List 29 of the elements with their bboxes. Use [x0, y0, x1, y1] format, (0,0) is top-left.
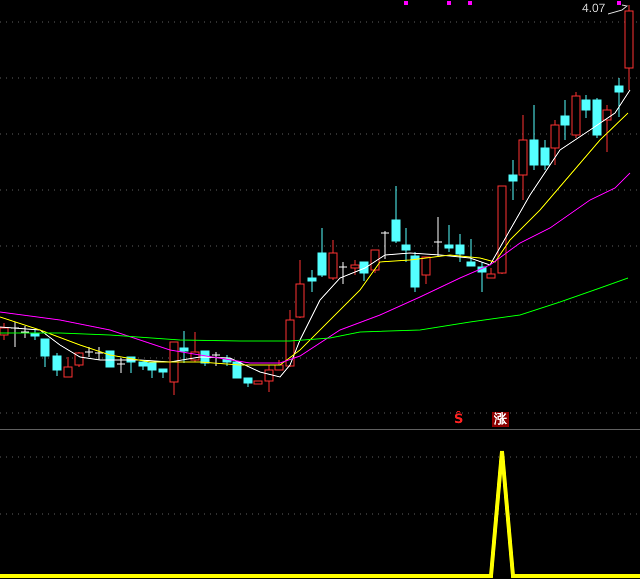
candlestick — [466, 238, 476, 266]
candlestick — [116, 358, 126, 374]
leader-line — [608, 4, 628, 14]
candlestick — [422, 256, 430, 284]
candlestick — [444, 224, 454, 252]
candlestick — [222, 354, 232, 366]
candlestick — [560, 100, 570, 140]
candlestick — [52, 352, 62, 376]
candlestick — [380, 230, 390, 260]
candlestick — [158, 368, 168, 378]
candlestick — [212, 352, 220, 366]
price-label: 4.07 — [582, 1, 606, 15]
candlestick — [126, 356, 136, 374]
candlestick — [350, 260, 360, 276]
candlestick — [530, 104, 538, 170]
candlestick — [94, 346, 104, 360]
candlestick — [360, 262, 368, 282]
candlestick — [64, 356, 72, 378]
candlestick — [434, 216, 442, 258]
candlestick — [232, 362, 242, 378]
candlestick — [602, 104, 612, 152]
signal-marker: Ŝ — [453, 412, 464, 427]
candlestick — [370, 250, 380, 274]
candlestick — [286, 310, 294, 368]
signal-marker: 涨 — [492, 412, 509, 427]
candlestick — [410, 252, 420, 292]
candlestick — [296, 260, 304, 318]
candlestick — [592, 98, 602, 138]
candlestick — [456, 234, 464, 262]
